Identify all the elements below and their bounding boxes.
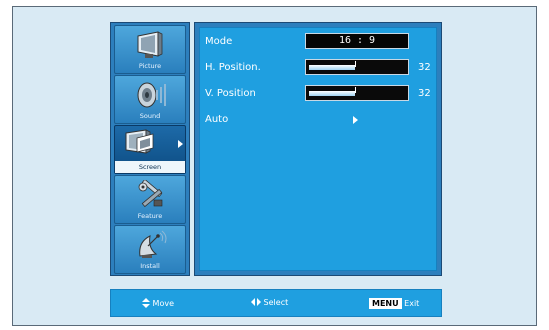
select-hint: Select bbox=[251, 298, 288, 308]
settings-list: Mode 16 : 9 H. Position. 32 V. Position … bbox=[199, 27, 437, 271]
chevron-right-icon bbox=[178, 140, 183, 148]
h-position-label: H. Position. bbox=[205, 62, 261, 73]
mode-select[interactable]: 16 : 9 bbox=[305, 33, 409, 49]
select-hint-label: Select bbox=[263, 298, 289, 307]
mode-label: Mode bbox=[205, 36, 233, 47]
sidebar-item-label: Install bbox=[140, 262, 160, 270]
screen-settings-panel: Mode 16 : 9 H. Position. 32 V. Position … bbox=[194, 22, 442, 276]
menu-key-badge: MENU bbox=[369, 298, 402, 309]
v-position-slider-fill bbox=[309, 91, 355, 96]
up-down-arrow-icon bbox=[142, 298, 150, 308]
screen-icon bbox=[125, 129, 154, 154]
v-position-slider[interactable] bbox=[305, 85, 409, 101]
v-position-value: 32 bbox=[418, 88, 431, 99]
sidebar-item-install[interactable]: Install bbox=[114, 225, 186, 274]
h-position-slider[interactable] bbox=[305, 59, 409, 75]
sidebar: Picture Sound Screen Feature Install bbox=[110, 22, 190, 276]
v-position-slider-handle[interactable] bbox=[355, 87, 356, 93]
tools-icon bbox=[138, 180, 163, 208]
h-position-slider-handle[interactable] bbox=[355, 61, 356, 67]
auto-label[interactable]: Auto bbox=[205, 114, 228, 125]
move-hint: Move bbox=[142, 298, 174, 309]
move-hint-label: Move bbox=[152, 299, 174, 308]
sidebar-item-sound[interactable]: Sound bbox=[114, 75, 186, 124]
sidebar-item-label: Sound bbox=[139, 112, 161, 120]
exit-hint: MENU Exit bbox=[369, 298, 419, 309]
speaker-icon bbox=[137, 82, 166, 108]
auto-arrow-icon[interactable] bbox=[353, 116, 358, 124]
sidebar-item-label: Feature bbox=[137, 212, 163, 220]
sidebar-item-picture[interactable]: Picture bbox=[114, 25, 186, 74]
left-right-arrow-icon bbox=[251, 298, 261, 306]
antenna-icon bbox=[139, 230, 167, 258]
exit-hint-label: Exit bbox=[404, 299, 420, 308]
h-position-slider-fill bbox=[309, 65, 355, 70]
bottom-help-bar: Move Select MENU Exit bbox=[110, 289, 442, 317]
sidebar-item-label: Screen bbox=[115, 161, 185, 173]
monitor-icon bbox=[137, 31, 163, 58]
sidebar-item-label: Picture bbox=[138, 62, 162, 70]
sidebar-item-feature[interactable]: Feature bbox=[114, 175, 186, 224]
v-position-label: V. Position bbox=[205, 88, 256, 99]
sidebar-item-screen[interactable]: Screen bbox=[114, 125, 186, 174]
h-position-value: 32 bbox=[418, 62, 431, 73]
